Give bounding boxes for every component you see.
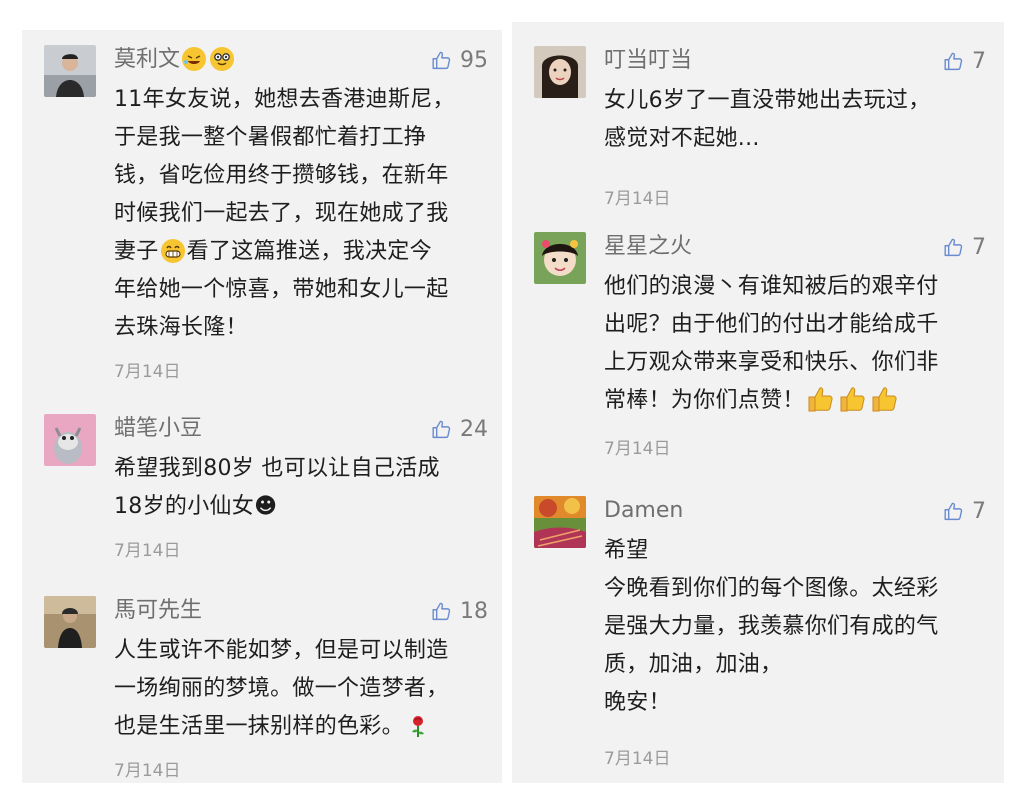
comment-item: 莫利文 95 11年女友说，她想去香港迪斯尼， 于是我一整个暑假都忙着打工挣 钱… — [44, 45, 488, 382]
comment-line: 晚安！ — [604, 690, 671, 715]
comment-text: 他们的浪漫丶有谁知被后的艰辛付 出呢？由于他们的付出才能给成千 上万观众带来享受… — [604, 268, 939, 420]
like-button[interactable]: 18 — [431, 596, 488, 626]
comment-text: 女儿6岁了一直没带她出去玩过， 感觉对不起她... — [604, 82, 931, 158]
avatar[interactable] — [534, 496, 586, 548]
like-button[interactable]: 7 — [943, 496, 986, 526]
author-name: 莫利文 — [114, 47, 181, 72]
rolling-laughing-emoji — [182, 47, 207, 71]
comment-line: 上万观众带来享受和快乐、你们非 — [604, 350, 939, 375]
comment-line: 人生或许不能如梦，但是可以制造 — [114, 638, 449, 663]
comment-text: 11年女友说，她想去香港迪斯尼， 于是我一整个暑假都忙着打工挣 钱，省吃俭用终于… — [114, 81, 455, 347]
comment-line: 妻子 — [114, 239, 159, 264]
nerd-face-emoji — [210, 47, 235, 71]
comment-line: 去珠海长隆！ — [114, 315, 248, 340]
rose-emoji — [406, 714, 430, 738]
comment-line: 是强大力量，我羡慕你们有成的气 — [604, 614, 939, 639]
comment-line: 常棒！为你们点赞！ — [604, 388, 805, 413]
comment-author[interactable]: 蜡笔小豆 — [114, 414, 202, 444]
comment-author[interactable]: 莫利文 — [114, 45, 236, 75]
comment-text: 希望我到80岁 也可以让自己活成 18岁的小仙女☻ — [114, 450, 440, 526]
comment-line: 一场绚丽的梦境。做一个造梦者， — [114, 676, 449, 701]
comment-date: 7月14日 — [114, 541, 181, 561]
thumbs-up-outline-icon — [943, 501, 964, 522]
comment-date: 7月14日 — [604, 189, 671, 209]
comment-item: 馬可先生 18 人生或许不能如梦，但是可以制造 一场绚丽的梦境。做一个造梦者， … — [44, 596, 488, 781]
comment-line: 质，加油，加油， — [604, 652, 783, 677]
avatar[interactable] — [534, 46, 586, 98]
comment-line: 出呢？由于他们的付出才能给成千 — [604, 312, 939, 337]
comment-line: 他们的浪漫丶有谁知被后的艰辛付 — [604, 274, 939, 299]
like-count: 24 — [460, 416, 488, 442]
comment-line: 感觉对不起她... — [604, 126, 760, 151]
comment-line: 看了这篇推送，我决定今 — [186, 239, 432, 264]
like-button[interactable]: 95 — [431, 45, 488, 75]
comment-line: 希望我到80岁 也可以让自己活成 — [114, 456, 440, 481]
like-count: 7 — [972, 234, 986, 260]
thumbs-up-outline-icon — [943, 237, 964, 258]
comment-line: 时候我们一起去了，现在她成了我 — [114, 201, 449, 226]
comment-author[interactable]: 星星之火 — [604, 232, 692, 262]
thumbs-up-outline-icon — [943, 51, 964, 72]
avatar[interactable] — [44, 596, 96, 648]
comment-line: 于是我一整个暑假都忙着打工挣 — [114, 125, 427, 150]
comment-list-left: 莫利文 95 11年女友说，她想去香港迪斯尼， 于是我一整个暑假都忙着打工挣 钱… — [22, 30, 502, 783]
comment-line: 女儿6岁了一直没带她出去玩过， — [604, 88, 931, 113]
like-count: 7 — [972, 498, 986, 524]
comment-list-right: 叮当叮当 7 女儿6岁了一直没带她出去玩过， 感觉对不起她... 7月14日 星… — [512, 22, 1004, 783]
comment-author[interactable]: 叮当叮当 — [604, 46, 692, 76]
comment-line: 希望 — [604, 538, 649, 563]
thumbs-up-emoji — [838, 384, 868, 414]
comment-item: 叮当叮当 7 女儿6岁了一直没带她出去玩过， 感觉对不起她... 7月14日 — [534, 46, 986, 209]
like-button[interactable]: 24 — [431, 414, 488, 444]
like-button[interactable]: 7 — [943, 46, 986, 76]
avatar[interactable] — [534, 232, 586, 284]
comment-date: 7月14日 — [604, 439, 671, 459]
comment-author[interactable]: 馬可先生 — [114, 596, 202, 626]
comment-text: 人生或许不能如梦，但是可以制造 一场绚丽的梦境。做一个造梦者， 也是生活里一抹别… — [114, 632, 449, 746]
comment-author[interactable]: Damen — [604, 496, 683, 526]
like-count: 95 — [460, 47, 488, 73]
thumbs-up-emoji — [806, 384, 836, 414]
comment-item: 星星之火 7 他们的浪漫丶有谁知被后的艰辛付 出呢？由于他们的付出才能给成千 上… — [534, 232, 986, 462]
like-count: 7 — [972, 48, 986, 74]
like-button[interactable]: 7 — [943, 232, 986, 262]
comment-date: 7月14日 — [604, 749, 671, 769]
comment-line: 18岁的小仙女☻ — [114, 494, 278, 519]
comment-line: 年给她一个惊喜，带她和女儿一起 — [114, 277, 449, 302]
comment-text: 希望 今晚看到你们的每个图像。太经彩 是强大力量，我羡慕你们有成的气 质，加油，… — [604, 532, 939, 722]
avatar[interactable] — [44, 414, 96, 466]
comment-date: 7月14日 — [114, 362, 181, 382]
comment-line: 今晚看到你们的每个图像。太经彩 — [604, 576, 939, 601]
thumbs-up-emoji — [870, 384, 900, 414]
avatar[interactable] — [44, 45, 96, 97]
comment-item: Damen 7 希望 今晚看到你们的每个图像。太经彩 是强大力量，我羡慕你们有成… — [534, 496, 986, 776]
comment-item: 蜡笔小豆 24 希望我到80岁 也可以让自己活成 18岁的小仙女☻ 7月14日 — [44, 414, 488, 561]
thumbs-up-outline-icon — [431, 601, 452, 622]
thumbs-up-outline-icon — [431, 50, 452, 71]
grinning-emoji — [160, 239, 185, 263]
like-count: 18 — [460, 598, 488, 624]
comment-line: 也是生活里一抹别样的色彩。 — [114, 714, 404, 739]
comment-line: 11年女友说，她想去香港迪斯尼， — [114, 87, 455, 112]
comment-line: 钱，省吃俭用终于攒够钱，在新年 — [114, 163, 449, 188]
comment-date: 7月14日 — [114, 761, 181, 781]
thumbs-up-outline-icon — [431, 419, 452, 440]
